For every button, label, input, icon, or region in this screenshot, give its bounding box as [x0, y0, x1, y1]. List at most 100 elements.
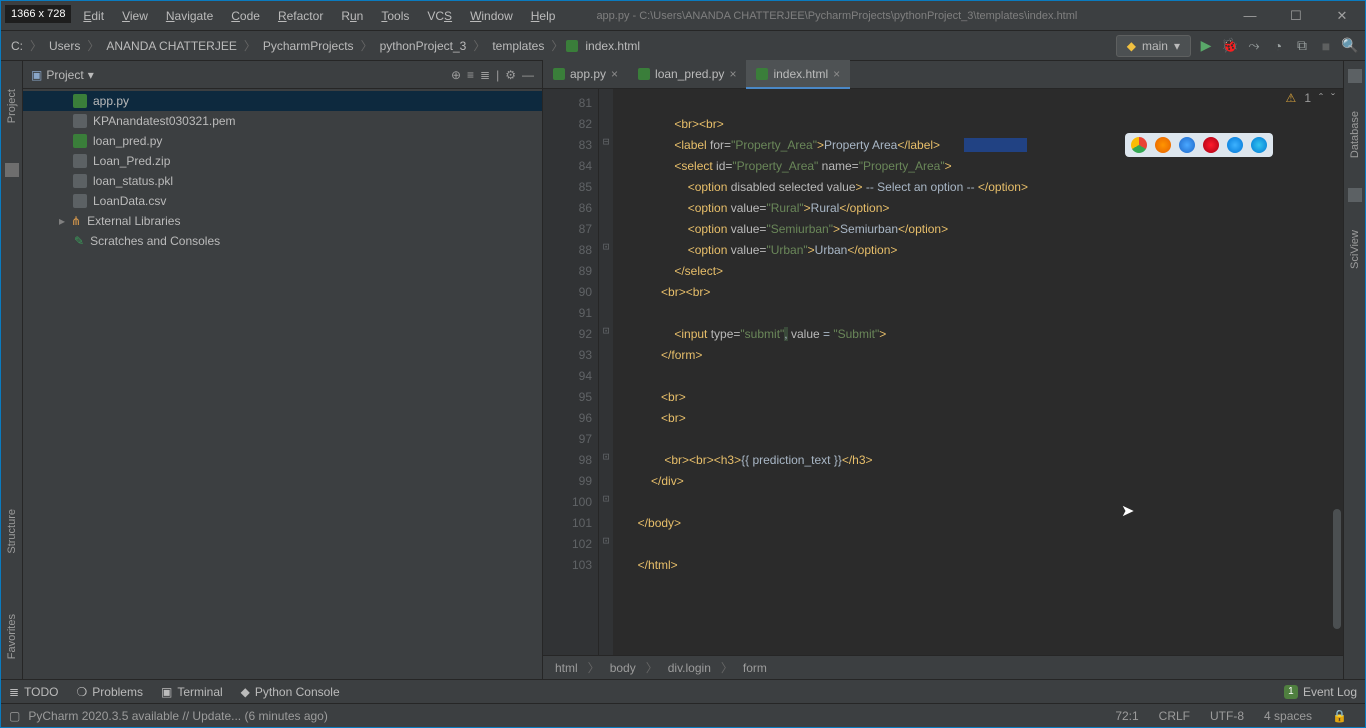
crumb[interactable]: C: — [7, 37, 27, 55]
line-number: 86 — [543, 198, 592, 219]
run-button[interactable]: ▶ — [1197, 37, 1215, 54]
status-bar-left-icon[interactable]: ▢ — [9, 709, 28, 723]
chevron-down-icon: ▾ — [1174, 39, 1180, 53]
minimize-button[interactable]: — — [1227, 1, 1273, 31]
problems-icon: ❍ — [77, 685, 88, 699]
code-editor[interactable]: ⚠1 ˆ ˇ 81 82 83 84 85 86 87 88 89 90 91 … — [543, 89, 1343, 655]
tab-loan-pred-py[interactable]: loan_pred.py× — [628, 60, 746, 88]
crumb[interactable]: ANANDA CHATTERJEE — [102, 37, 240, 55]
status-line-ending[interactable]: CRLF — [1149, 709, 1200, 723]
next-highlight-icon[interactable]: ˇ — [1331, 91, 1335, 105]
tool-problems[interactable]: ❍Problems — [77, 685, 143, 699]
opera-icon[interactable] — [1203, 137, 1219, 153]
stop-button[interactable]: ■ — [1317, 38, 1335, 54]
crumb[interactable]: PycharmProjects — [259, 37, 358, 55]
firefox-icon[interactable] — [1155, 137, 1171, 153]
project-tree[interactable]: app.py KPAnandatest030321.pem loan_pred.… — [23, 89, 542, 679]
database-tool-icon[interactable] — [1348, 69, 1362, 83]
line-number-gutter[interactable]: 81 82 83 84 85 86 87 88 89 90 91 92 93 9… — [543, 89, 599, 655]
file-icon — [73, 174, 87, 188]
profile-button[interactable]: ◔ — [1269, 38, 1287, 54]
locate-icon[interactable]: ⊕ — [451, 68, 461, 82]
chrome-icon[interactable] — [1131, 137, 1147, 153]
sciview-tool-icon[interactable] — [1348, 188, 1362, 202]
collapse-all-icon[interactable]: ≣ — [480, 68, 490, 82]
tool-event-log[interactable]: 1Event Log — [1284, 685, 1357, 699]
tree-file-pkl[interactable]: loan_status.pkl — [23, 171, 542, 191]
editor-crumb[interactable]: body — [610, 661, 636, 675]
tree-scratches[interactable]: ✎Scratches and Consoles — [23, 231, 542, 251]
search-everywhere-button[interactable]: 🔍 — [1341, 37, 1359, 54]
tree-file-app-py[interactable]: app.py — [23, 91, 542, 111]
debug-button[interactable]: 🐞 — [1221, 37, 1239, 54]
edge-icon[interactable] — [1251, 137, 1267, 153]
tab-index-html[interactable]: index.html× — [746, 60, 850, 88]
crumb[interactable]: templates — [488, 37, 548, 55]
tool-tab-generic-icon[interactable] — [5, 163, 19, 177]
run-configuration-selector[interactable]: ◆ main ▾ — [1116, 35, 1191, 57]
project-view-selector[interactable]: ▣ Project ▾ — [31, 68, 94, 82]
tool-todo[interactable]: ≣TODO — [9, 685, 59, 699]
close-icon[interactable]: × — [729, 67, 736, 81]
editor-crumb[interactable]: div.login — [668, 661, 711, 675]
menu-vcs[interactable]: VCS — [418, 5, 461, 27]
line-number: 82 — [543, 114, 592, 135]
menu-window[interactable]: Window — [461, 5, 522, 27]
menu-help[interactable]: Help — [522, 5, 565, 27]
status-message[interactable]: PyCharm 2020.3.5 available // Update... … — [28, 709, 1105, 723]
editor-crumb[interactable]: form — [743, 661, 767, 675]
tree-external-libraries[interactable]: ▸⋔External Libraries — [23, 211, 542, 231]
status-encoding[interactable]: UTF-8 — [1200, 709, 1254, 723]
safari-icon[interactable] — [1179, 137, 1195, 153]
window-title: app.py - C:\Users\ANANDA CHATTERJEE\Pych… — [564, 10, 1227, 22]
menu-code[interactable]: Code — [222, 5, 269, 27]
line-number: 89 — [543, 261, 592, 282]
menu-tools[interactable]: Tools — [372, 5, 418, 27]
crumb[interactable]: index.html — [581, 37, 644, 55]
menu-edit[interactable]: Edit — [74, 5, 113, 27]
crumb[interactable]: pythonProject_3 — [376, 37, 471, 55]
run-with-coverage-button[interactable]: ⤳ — [1245, 37, 1263, 54]
menu-run[interactable]: Run — [332, 5, 372, 27]
line-number: 100 — [543, 492, 592, 513]
editor-crumb[interactable]: html — [555, 661, 578, 675]
fold-gutter[interactable]: ⊟⊡⊡⊡⊡⊡ — [599, 89, 613, 655]
gear-icon[interactable]: ⚙ — [505, 68, 516, 82]
status-caret-pos[interactable]: 72:1 — [1105, 709, 1148, 723]
status-lock-icon[interactable]: 🔒 — [1322, 709, 1357, 723]
menu-navigate[interactable]: Navigate — [157, 5, 222, 27]
close-button[interactable]: ✕ — [1319, 1, 1365, 31]
close-icon[interactable]: × — [611, 67, 618, 81]
expand-all-icon[interactable]: ≡ — [467, 68, 474, 82]
crumb[interactable]: Users — [45, 37, 84, 55]
list-icon: ≣ — [9, 685, 19, 699]
hide-icon[interactable]: — — [522, 68, 534, 82]
tree-item-label: External Libraries — [87, 214, 180, 228]
menu-refactor[interactable]: Refactor — [269, 5, 332, 27]
tree-file-loan-pred-py[interactable]: loan_pred.py — [23, 131, 542, 151]
tab-app-py[interactable]: app.py× — [543, 60, 628, 88]
run-toolbar: ◆ main ▾ ▶ 🐞 ⤳ ◔ ⧉ ■ 🔍 — [1116, 35, 1359, 57]
tool-tab-structure[interactable]: Structure — [6, 509, 18, 554]
tree-file-pem[interactable]: KPAnandatest030321.pem — [23, 111, 542, 131]
browser-preview-chips[interactable] — [1125, 133, 1273, 157]
tool-python-console[interactable]: ◆Python Console — [241, 685, 340, 699]
tree-file-zip[interactable]: Loan_Pred.zip — [23, 151, 542, 171]
tool-terminal[interactable]: ▣Terminal — [161, 685, 223, 699]
archive-file-icon — [73, 154, 87, 168]
vertical-scrollbar[interactable] — [1333, 509, 1341, 629]
close-icon[interactable]: × — [833, 67, 840, 81]
ie-icon[interactable] — [1227, 137, 1243, 153]
tool-tab-database[interactable]: Database — [1349, 111, 1361, 158]
menu-view[interactable]: View — [113, 5, 157, 27]
tool-tab-favorites[interactable]: Favorites — [6, 614, 18, 659]
status-indent[interactable]: 4 spaces — [1254, 709, 1322, 723]
code-content[interactable]: <br><br> <label for="Property_Area">Prop… — [613, 89, 1343, 655]
tool-tab-sciview[interactable]: SciView — [1349, 230, 1361, 269]
maximize-button[interactable]: ☐ — [1273, 1, 1319, 31]
tree-file-csv[interactable]: LoanData.csv — [23, 191, 542, 211]
prev-highlight-icon[interactable]: ˆ — [1319, 91, 1323, 105]
attach-button[interactable]: ⧉ — [1293, 37, 1311, 54]
inspection-badge[interactable]: ⚠1 ˆ ˇ — [1286, 91, 1335, 105]
tool-tab-project[interactable]: Project — [6, 89, 18, 123]
